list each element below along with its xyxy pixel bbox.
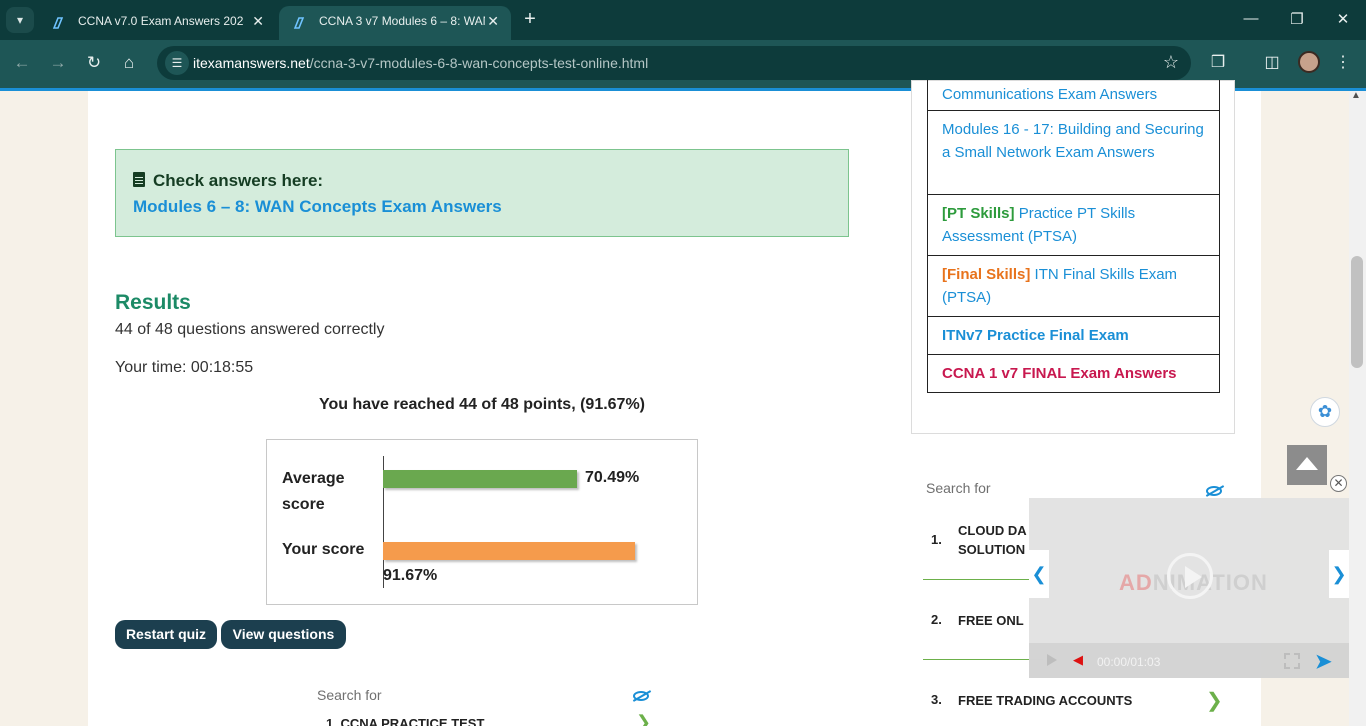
- ad-item-free-online[interactable]: FREE ONL: [958, 611, 1030, 630]
- mute-icon[interactable]: ◀: [1073, 652, 1083, 668]
- ad-item-number: 3.: [931, 692, 942, 707]
- profile-avatar[interactable]: [1298, 51, 1320, 73]
- ad-item-number: 1.: [931, 532, 942, 547]
- url-host: itexamanswers.net: [193, 55, 310, 71]
- results-points: You have reached 44 of 48 points, (91.67…: [318, 396, 646, 413]
- chart-category-your-score: Your score: [282, 541, 365, 558]
- video-controls: ◀ 00:00/01:03 ➤: [1029, 643, 1349, 678]
- ad-divider: [923, 579, 1043, 580]
- hide-eye-icon[interactable]: [633, 691, 649, 701]
- search-result-item[interactable]: 1. CCNA PRACTICE TEST: [326, 716, 484, 726]
- close-tab-icon[interactable]: ✕: [252, 13, 264, 30]
- close-ad-icon[interactable]: ✕: [1330, 475, 1347, 492]
- ai-assistant-icon[interactable]: ✿: [1310, 397, 1340, 427]
- tab-ccna-exam-answers[interactable]: CCNA v7.0 Exam Answers 2023 ✕: [38, 6, 276, 40]
- scrollbar-thumb[interactable]: [1351, 256, 1363, 368]
- previous-arrow-icon[interactable]: ❮: [1029, 550, 1049, 598]
- site-favicon-icon: [52, 17, 64, 29]
- url-text[interactable]: itexamanswers.net/ccna-3-v7-modules-6-8-…: [193, 55, 648, 71]
- reload-icon[interactable]: ↻: [83, 53, 105, 73]
- sidebar-link-text: ITNv7 Practice Final Exam: [942, 327, 1129, 344]
- next-arrow-icon[interactable]: ❯: [1329, 550, 1349, 598]
- minimize-icon[interactable]: —: [1241, 10, 1261, 27]
- video-time: 00:00/01:03: [1097, 655, 1161, 669]
- restart-quiz-button[interactable]: Restart quiz: [115, 620, 217, 649]
- tag-final-skills: [Final Skills]: [942, 266, 1031, 283]
- results-correct-count: 44 of 48 questions answered correctly: [115, 321, 385, 338]
- sidebar-link-ccna1-final[interactable]: CCNA 1 v7 FINAL Exam Answers: [927, 355, 1220, 393]
- site-info-icon[interactable]: ☰: [165, 51, 189, 75]
- close-tab-icon[interactable]: ✕: [487, 13, 499, 30]
- sidebar-link-final-skills[interactable]: [Final Skills] ITN Final Skills Exam (PT…: [927, 256, 1220, 317]
- ad-item-cloud[interactable]: CLOUD DA SOLUTION: [958, 521, 1030, 559]
- sidebar-link-text: Communications Exam Answers: [942, 86, 1158, 103]
- ad-divider: [923, 659, 1043, 660]
- results-time: Your time: 00:18:55: [115, 359, 254, 376]
- bar-your-score: [383, 542, 635, 560]
- side-search-label: Search for: [926, 480, 991, 496]
- sidebar-link-itnv7-practice-final[interactable]: ITNv7 Practice Final Exam: [927, 317, 1220, 355]
- restore-icon[interactable]: ❐: [1287, 10, 1307, 28]
- tab-title: CCNA v7.0 Exam Answers 2023: [78, 14, 244, 28]
- fullscreen-icon[interactable]: [1284, 653, 1300, 669]
- answers-link[interactable]: Modules 6 – 8: WAN Concepts Exam Answers: [133, 197, 502, 217]
- menu-kebab-icon[interactable]: ⋮: [1332, 52, 1354, 72]
- scroll-to-top-button[interactable]: [1287, 445, 1327, 485]
- new-tab-button[interactable]: +: [518, 8, 542, 32]
- search-for-label: Search for: [317, 687, 382, 703]
- url-path: /ccna-3-v7-modules-6-8-wan-concepts-test…: [309, 55, 649, 71]
- sidebar-link-modules-16-17[interactable]: Modules 16 - 17: Building and Securing a…: [927, 111, 1220, 195]
- tab-ccna3-wan-concepts[interactable]: CCNA 3 v7 Modules 6 – 8: WAN ✕: [279, 6, 511, 40]
- ad-item-number: 2.: [931, 612, 942, 627]
- bar-average-score: [383, 470, 577, 488]
- skip-arrow-icon[interactable]: ➤: [1315, 649, 1332, 674]
- home-icon[interactable]: ⌂: [118, 53, 140, 73]
- check-answers-title: Check answers here:: [133, 171, 323, 191]
- results-heading: Results: [115, 291, 191, 314]
- tab-search-button[interactable]: ▾: [6, 7, 34, 33]
- sidebar-link-text: CCNA 1 v7 FINAL Exam Answers: [942, 365, 1177, 382]
- chevron-right-icon[interactable]: ❯: [1206, 688, 1223, 713]
- hide-eye-icon[interactable]: [1206, 486, 1222, 496]
- sidebar-link-communications[interactable]: Communications Exam Answers: [927, 80, 1220, 111]
- play-small-icon[interactable]: [1047, 654, 1057, 666]
- close-window-icon[interactable]: ✕: [1333, 10, 1353, 28]
- check-answers-label: Check answers here:: [153, 171, 324, 190]
- site-favicon-icon: [293, 17, 305, 29]
- extensions-icon[interactable]: ❒: [1207, 52, 1229, 72]
- value-label-average: 70.49%: [585, 469, 640, 486]
- bookmark-star-icon[interactable]: ☆: [1163, 52, 1179, 73]
- side-panel-icon[interactable]: ◫: [1261, 52, 1283, 72]
- scrollbar-track[interactable]: [1349, 91, 1366, 726]
- view-questions-button[interactable]: View questions: [221, 620, 346, 649]
- check-answers-box: Check answers here: Modules 6 – 8: WAN C…: [115, 149, 849, 237]
- scroll-up-arrow-icon[interactable]: ▲: [1351, 90, 1361, 101]
- chevron-right-icon[interactable]: ❯: [636, 712, 651, 726]
- address-bar[interactable]: ☰ itexamanswers.net/ccna-3-v7-modules-6-…: [157, 46, 1191, 80]
- score-chart: Average score Your score 70.49% 91.67%: [266, 439, 698, 605]
- tag-pt-skills: [PT Skills]: [942, 205, 1015, 222]
- play-icon[interactable]: [1167, 553, 1213, 599]
- forward-icon[interactable]: →: [47, 53, 69, 73]
- chart-category-average: Average score: [282, 470, 345, 513]
- video-ad-player[interactable]: ADNIMATION ❮ ❯ ◀ 00:00/01:03 ➤: [1029, 498, 1349, 678]
- tab-title: CCNA 3 v7 Modules 6 – 8: WAN: [319, 14, 485, 28]
- sidebar-link-pt-skills[interactable]: [PT Skills] Practice PT Skills Assessmen…: [927, 195, 1220, 256]
- document-icon: [133, 172, 145, 187]
- tab-strip: ▾ CCNA v7.0 Exam Answers 2023 ✕ CCNA 3 v…: [0, 0, 1366, 40]
- value-label-your-score: 91.67%: [383, 567, 438, 584]
- ad-item-free-trading[interactable]: FREE TRADING ACCOUNTS: [958, 691, 1132, 710]
- sidebar-link-text: Modules 16 - 17: Building and Securing a…: [942, 121, 1204, 161]
- back-icon[interactable]: ←: [11, 53, 33, 73]
